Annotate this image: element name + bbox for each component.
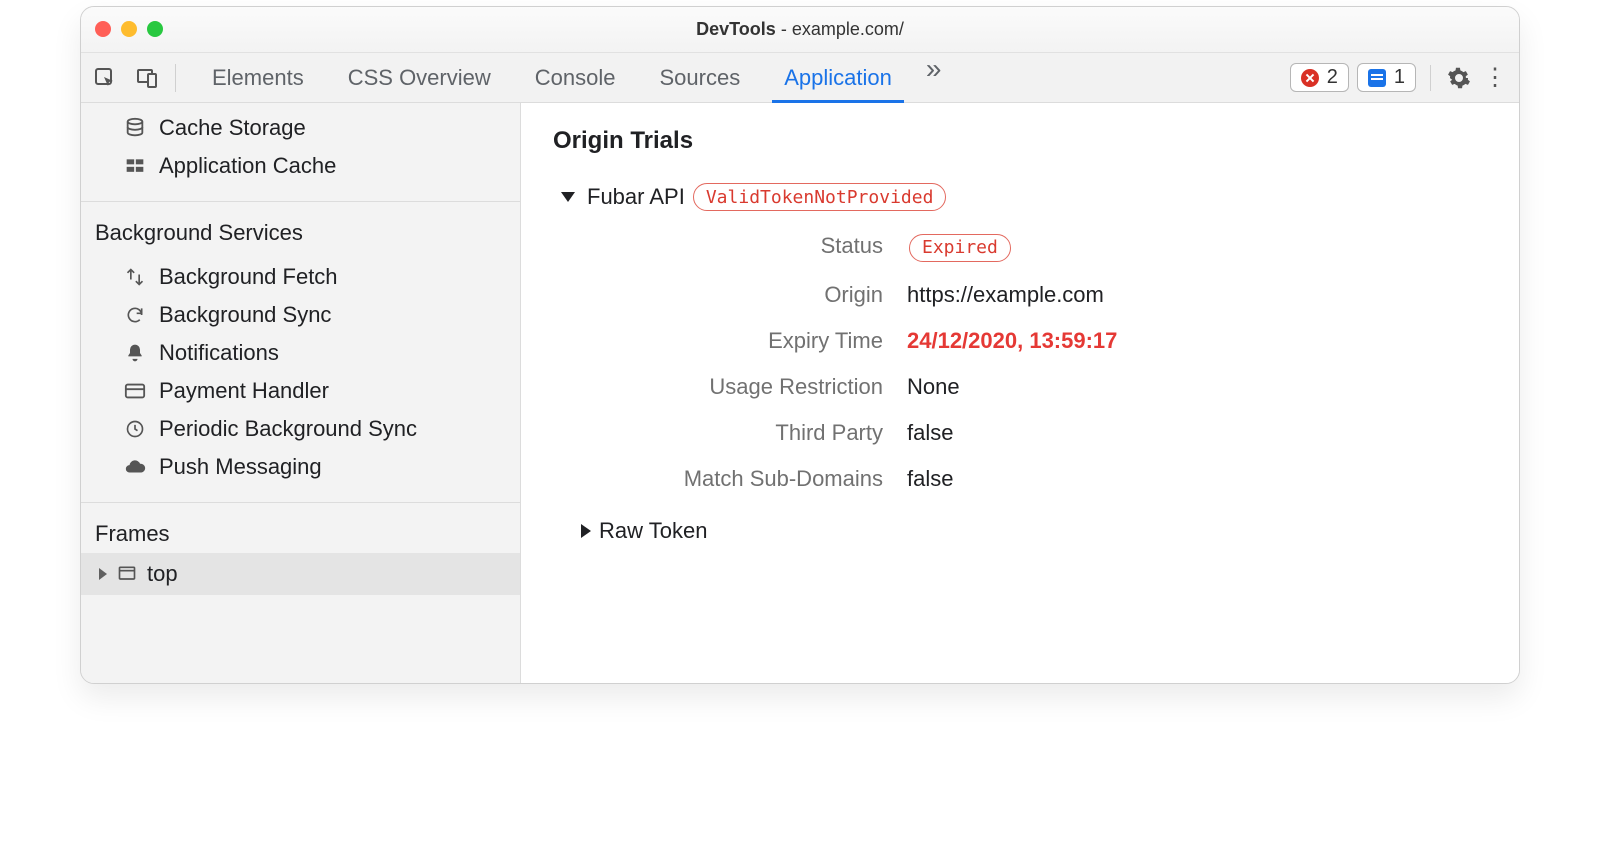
issues-count: 1	[1394, 66, 1405, 89]
zoom-window-button[interactable]	[147, 21, 163, 37]
close-window-button[interactable]	[95, 21, 111, 37]
sidebar-item-label: Payment Handler	[159, 378, 329, 404]
sync-icon	[123, 303, 147, 327]
tab-sources[interactable]: Sources	[637, 53, 762, 102]
panel-body: Cache Storage Application Cache Backgrou…	[81, 103, 1519, 683]
sidebar-section-background-services: Background Services	[81, 210, 520, 252]
tab-application[interactable]: Application	[762, 53, 914, 102]
sidebar-item-label: Notifications	[159, 340, 279, 366]
main-toolbar: Elements CSS Overview Console Sources Ap…	[81, 53, 1519, 103]
chevron-right-icon	[581, 524, 591, 538]
panel-title: Origin Trials	[553, 127, 1487, 155]
application-sidebar: Cache Storage Application Cache Backgrou…	[81, 103, 521, 683]
origin-trials-panel: Origin Trials Fubar API ValidTokenNotPro…	[521, 103, 1519, 683]
grid-icon	[123, 154, 147, 178]
tab-elements[interactable]: Elements	[190, 53, 326, 102]
sidebar-section-frames: Frames	[81, 511, 520, 553]
label-match-subdomains: Match Sub-Domains	[577, 466, 907, 492]
sidebar-item-label: Cache Storage	[159, 115, 306, 141]
sidebar-group-cache: Cache Storage Application Cache	[81, 103, 520, 193]
label-status: Status	[577, 233, 907, 262]
database-icon	[123, 116, 147, 140]
sidebar-item-push-messaging[interactable]: Push Messaging	[81, 448, 520, 486]
titlebar: DevTools - example.com/	[81, 7, 1519, 53]
inspect-element-icon[interactable]	[91, 64, 119, 92]
token-error-badge: ValidTokenNotProvided	[693, 183, 947, 211]
transfer-icon	[123, 265, 147, 289]
sidebar-item-payment-handler[interactable]: Payment Handler	[81, 372, 520, 410]
value-third-party: false	[907, 420, 1487, 446]
label-origin: Origin	[577, 282, 907, 308]
tab-label: Sources	[659, 65, 740, 91]
sidebar-item-frame-top[interactable]: top	[81, 553, 520, 595]
sidebar-item-background-sync[interactable]: Background Sync	[81, 296, 520, 334]
panel-tabs: Elements CSS Overview Console Sources Ap…	[190, 53, 953, 102]
card-icon	[123, 379, 147, 403]
error-icon	[1301, 69, 1319, 87]
sidebar-divider	[81, 502, 520, 503]
expand-icon	[99, 568, 107, 580]
tab-label: Elements	[212, 65, 304, 91]
more-menu-icon[interactable]: ⋮	[1481, 64, 1509, 92]
error-count-button[interactable]: 2	[1290, 63, 1349, 92]
trial-details: Status Expired Origin https://example.co…	[577, 233, 1487, 492]
minimize-window-button[interactable]	[121, 21, 137, 37]
sidebar-item-label: Background Sync	[159, 302, 331, 328]
label-usage: Usage Restriction	[577, 374, 907, 400]
sidebar-item-label: Application Cache	[159, 153, 336, 179]
sidebar-group-background-services: Background Fetch Background Sync Notific…	[81, 252, 520, 494]
cloud-icon	[123, 455, 147, 479]
value-usage: None	[907, 374, 1487, 400]
issues-icon	[1368, 69, 1386, 87]
tab-css-overview[interactable]: CSS Overview	[326, 53, 513, 102]
settings-icon[interactable]	[1445, 64, 1473, 92]
value-match-subdomains: false	[907, 466, 1487, 492]
window-title: DevTools - example.com/	[696, 19, 904, 40]
raw-token-label: Raw Token	[599, 518, 707, 544]
toolbar-separator	[175, 64, 176, 92]
frame-icon	[117, 564, 137, 584]
sidebar-item-label: Background Fetch	[159, 264, 338, 290]
device-toggle-icon[interactable]	[133, 64, 161, 92]
value-origin: https://example.com	[907, 282, 1487, 308]
frame-label: top	[147, 561, 178, 587]
tab-label: CSS Overview	[348, 65, 491, 91]
toolbar-separator	[1430, 65, 1431, 91]
title-loc: example.com/	[792, 19, 904, 39]
title-sep: -	[776, 19, 792, 39]
tab-label: Console	[535, 65, 616, 91]
issues-count-button[interactable]: 1	[1357, 63, 1416, 92]
more-tabs-icon[interactable]: »	[914, 53, 954, 102]
bell-icon	[123, 341, 147, 365]
tab-label: Application	[784, 65, 892, 91]
sidebar-item-label: Push Messaging	[159, 454, 322, 480]
sidebar-item-periodic-background-sync[interactable]: Periodic Background Sync	[81, 410, 520, 448]
status-badge: Expired	[909, 234, 1011, 262]
trial-name: Fubar API	[587, 184, 685, 210]
chevron-down-icon	[561, 192, 575, 202]
label-expiry: Expiry Time	[577, 328, 907, 354]
devtools-window: DevTools - example.com/	[80, 6, 1520, 684]
title-app: DevTools	[696, 19, 776, 39]
clock-icon	[123, 417, 147, 441]
window-controls	[95, 21, 163, 37]
tab-console[interactable]: Console	[513, 53, 638, 102]
value-expiry: 24/12/2020, 13:59:17	[907, 328, 1487, 354]
sidebar-item-cache-storage[interactable]: Cache Storage	[81, 109, 520, 147]
sidebar-divider	[81, 201, 520, 202]
sidebar-item-application-cache[interactable]: Application Cache	[81, 147, 520, 185]
sidebar-item-label: Periodic Background Sync	[159, 416, 417, 442]
trial-header[interactable]: Fubar API ValidTokenNotProvided	[553, 183, 1487, 211]
value-status: Expired	[907, 233, 1487, 262]
error-count: 2	[1327, 66, 1338, 89]
label-third-party: Third Party	[577, 420, 907, 446]
sidebar-item-notifications[interactable]: Notifications	[81, 334, 520, 372]
sidebar-item-background-fetch[interactable]: Background Fetch	[81, 258, 520, 296]
raw-token-row[interactable]: Raw Token	[553, 518, 1487, 544]
